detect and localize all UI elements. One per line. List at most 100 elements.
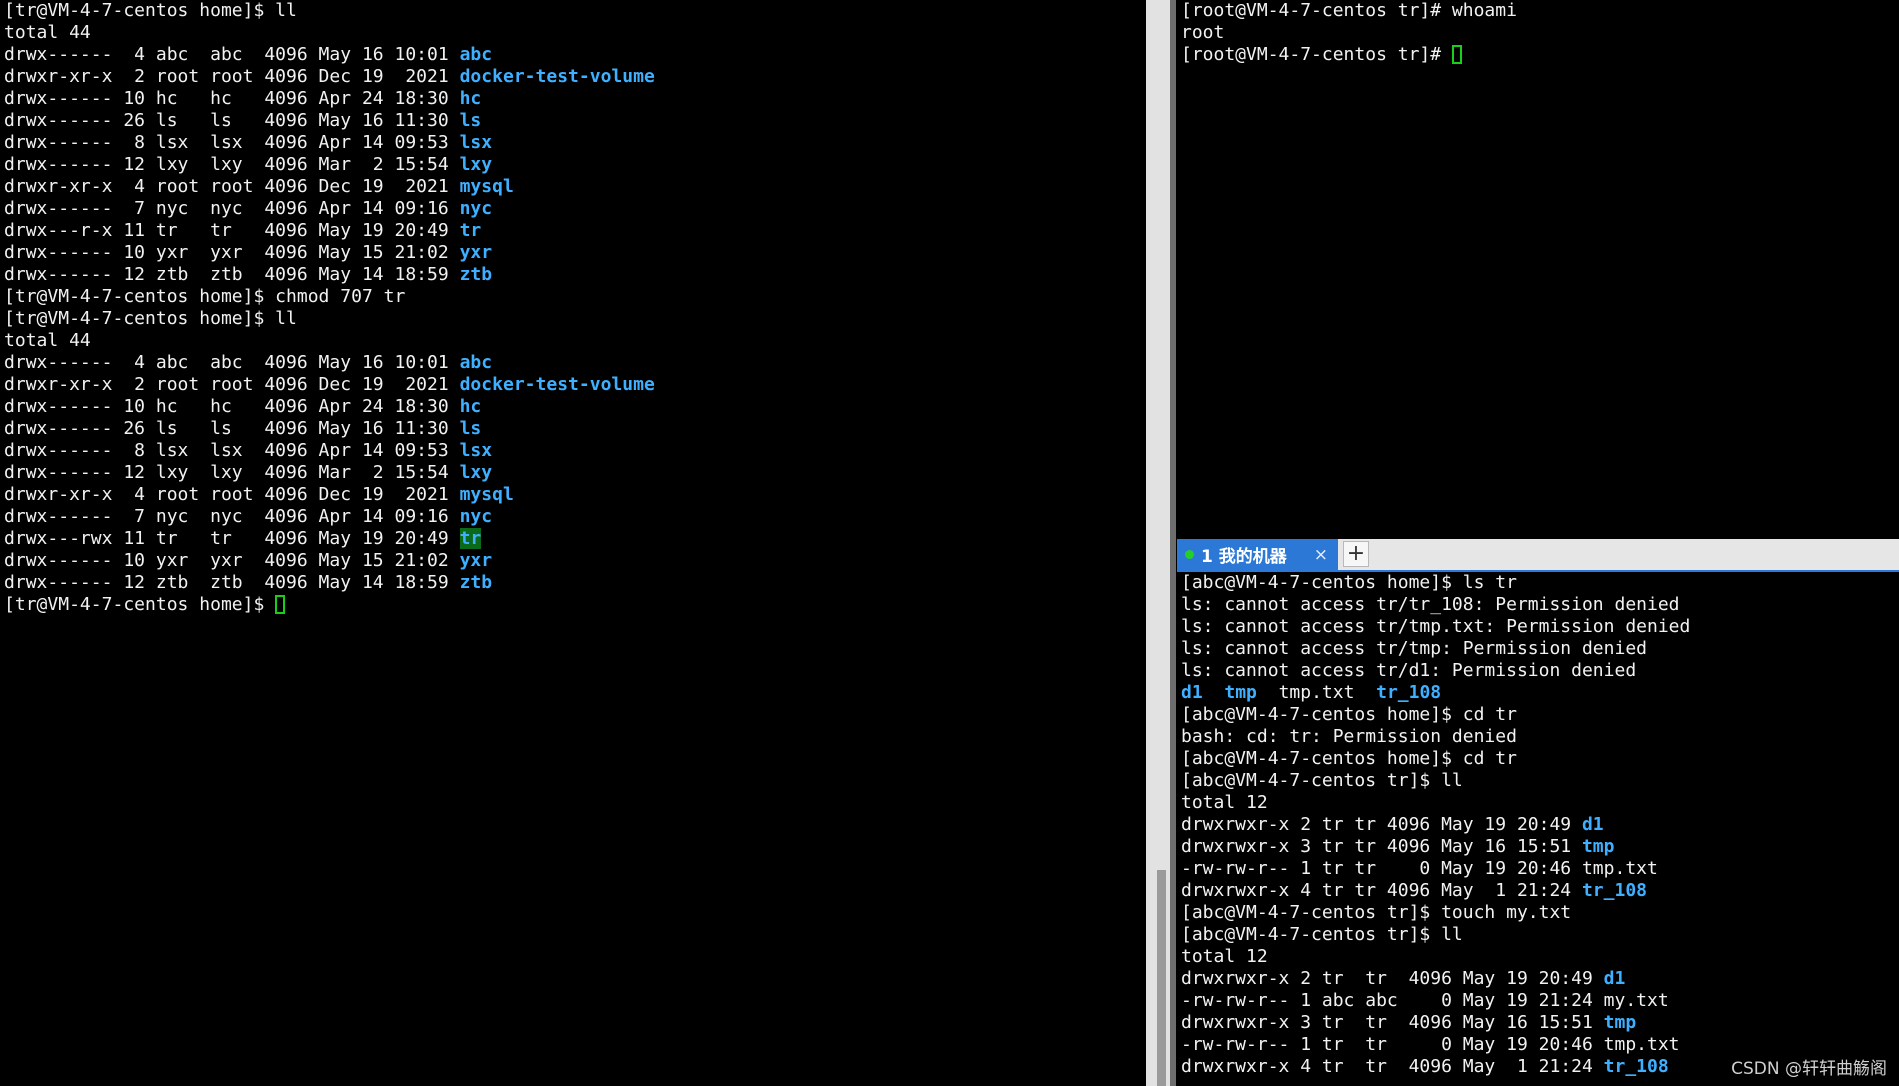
terminal-line: d1 tmp tmp.txt tr_108 bbox=[1181, 682, 1899, 704]
terminal-line: drwx------ 26 ls ls 4096 May 16 11:30 ls bbox=[4, 110, 1146, 132]
terminal-text: [abc@VM-4-7-centos tr]$ ll bbox=[1181, 770, 1463, 791]
directory-name: tr bbox=[459, 220, 482, 241]
directory-name: mysql bbox=[459, 176, 514, 197]
terminal-text: drwx------ 8 lsx lsx 4096 Apr 14 09:53 bbox=[4, 440, 460, 461]
terminal-text: drwxr-xr-x 2 root root 4096 Dec 19 2021 bbox=[4, 374, 460, 395]
terminal-line: -rw-rw-r-- 1 tr tr 0 May 19 20:46 tmp.tx… bbox=[1181, 858, 1899, 880]
directory-name: tr bbox=[459, 528, 482, 549]
terminal-line: drwxr-xr-x 2 root root 4096 Dec 19 2021 … bbox=[4, 374, 1146, 396]
terminal-line: [abc@VM-4-7-centos tr]$ ll bbox=[1181, 770, 1899, 792]
terminal-line: drwxrwxr-x 3 tr tr 4096 May 16 15:51 tmp bbox=[1181, 1012, 1899, 1034]
new-tab-button[interactable]: + bbox=[1343, 541, 1369, 567]
right-bottom-terminal-pane[interactable]: [abc@VM-4-7-centos home]$ ls tr ls: canno… bbox=[1177, 572, 1899, 1086]
terminal-line: drwxr-xr-x 4 root root 4096 Dec 19 2021 … bbox=[4, 484, 1146, 506]
terminal-line: total 44 bbox=[4, 22, 1146, 44]
terminal-line: ls: cannot access tr/tr_108: Permission … bbox=[1181, 594, 1899, 616]
right-top-terminal-output: [root@VM-4-7-centos tr]# whoami root [root… bbox=[1177, 0, 1899, 66]
terminal-text: drwxrwxr-x 2 tr tr 4096 May 19 20:49 bbox=[1181, 968, 1604, 989]
terminal-text: ls: cannot access tr/d1: Permission deni… bbox=[1181, 660, 1637, 681]
terminal-text: [tr@VM-4-7-centos home]$ ll bbox=[4, 308, 297, 329]
terminal-text: drwxrwxr-x 4 tr tr 4096 May 1 21:24 bbox=[1181, 1056, 1604, 1077]
terminal-line: -rw-rw-r-- 1 tr tr 0 May 19 20:46 tmp.tx… bbox=[1181, 1034, 1899, 1056]
terminal-line: [tr@VM-4-7-centos home]$ ll bbox=[4, 308, 1146, 330]
directory-name: mysql bbox=[459, 484, 514, 505]
terminal-text: [tr@VM-4-7-centos home]$ bbox=[4, 594, 276, 615]
directory-name: lsx bbox=[459, 132, 493, 153]
terminal-text: total 12 bbox=[1181, 946, 1268, 967]
terminal-line: root bbox=[1181, 22, 1899, 44]
terminal-line: [abc@VM-4-7-centos home]$ ls tr bbox=[1181, 572, 1899, 594]
terminal-text: drwx---r-x 11 tr tr 4096 May 19 20:49 bbox=[4, 220, 460, 241]
terminal-line: total 12 bbox=[1181, 946, 1899, 968]
terminal-text: drwx------ 10 yxr yxr 4096 May 15 21:02 bbox=[4, 550, 460, 571]
terminal-line: drwx---rwx 11 tr tr 4096 May 19 20:49 tr bbox=[4, 528, 1146, 550]
terminal-text: [abc@VM-4-7-centos tr]$ touch my.txt bbox=[1181, 902, 1572, 923]
terminal-text: [root@VM-4-7-centos tr]# whoami bbox=[1181, 0, 1517, 21]
terminal-text: -rw-rw-r-- 1 tr tr 0 May 19 20:46 tmp.tx… bbox=[1181, 858, 1658, 879]
directory-name: abc bbox=[459, 352, 493, 373]
terminal-text: [tr@VM-4-7-centos home]$ chmod 707 tr bbox=[4, 286, 406, 307]
terminal-text: drwx------ 12 lxy lxy 4096 Mar 2 15:54 bbox=[4, 462, 460, 483]
terminal-text: drwx------ 8 lsx lsx 4096 Apr 14 09:53 bbox=[4, 132, 460, 153]
terminal-line: drwxr-xr-x 4 root root 4096 Dec 19 2021 … bbox=[4, 176, 1146, 198]
terminal-line: [abc@VM-4-7-centos tr]$ touch my.txt bbox=[1181, 902, 1899, 924]
terminal-text: [abc@VM-4-7-centos home]$ cd tr bbox=[1181, 704, 1517, 725]
terminal-line: drwxrwxr-x 2 tr tr 4096 May 19 20:49 d1 bbox=[1181, 814, 1899, 836]
right-top-terminal-pane[interactable]: [root@VM-4-7-centos tr]# whoami root [root… bbox=[1177, 0, 1899, 536]
directory-name: d1 bbox=[1181, 682, 1203, 703]
terminal-line: drwx------ 8 lsx lsx 4096 Apr 14 09:53 l… bbox=[4, 132, 1146, 154]
terminal-cursor bbox=[275, 595, 286, 614]
terminal-text: drwx------ 7 nyc nyc 4096 Apr 14 09:16 bbox=[4, 198, 460, 219]
terminal-text: drwx------ 7 nyc nyc 4096 Apr 14 09:16 bbox=[4, 506, 460, 527]
terminal-line: drwxrwxr-x 3 tr tr 4096 May 16 15:51 tmp bbox=[1181, 836, 1899, 858]
pane-splitter[interactable] bbox=[1170, 0, 1176, 1086]
terminal-text: drwxrwxr-x 2 tr tr 4096 May 19 20:49 bbox=[1181, 814, 1582, 835]
terminal-line: drwx------ 4 abc abc 4096 May 16 10:01 a… bbox=[4, 44, 1146, 66]
directory-name: docker-test-volume bbox=[459, 374, 655, 395]
directory-name: yxr bbox=[459, 242, 493, 263]
session-tab-bar: 1 我的机器 × + bbox=[1177, 539, 1899, 572]
terminal-text: drwx------ 12 ztb ztb 4096 May 14 18:59 bbox=[4, 572, 460, 593]
terminal-line: [root@VM-4-7-centos tr]# bbox=[1181, 44, 1899, 66]
terminal-text: total 44 bbox=[4, 330, 91, 351]
terminal-line: ls: cannot access tr/d1: Permission deni… bbox=[1181, 660, 1899, 682]
terminal-text: [root@VM-4-7-centos tr]# bbox=[1181, 44, 1452, 65]
directory-name: nyc bbox=[459, 506, 493, 527]
terminal-text: tmp.txt bbox=[1256, 682, 1377, 703]
directory-name: abc bbox=[459, 44, 493, 65]
left-terminal-pane[interactable]: [tr@VM-4-7-centos home]$ ll total 44 drwx-… bbox=[0, 0, 1146, 1086]
terminal-text: drwx------ 4 abc abc 4096 May 16 10:01 bbox=[4, 44, 460, 65]
directory-name: lxy bbox=[459, 154, 493, 175]
terminal-text: ls: cannot access tr/tmp.txt: Permission… bbox=[1181, 616, 1691, 637]
directory-name: docker-test-volume bbox=[459, 66, 655, 87]
directory-name: d1 bbox=[1581, 814, 1604, 835]
directory-name: tr_108 bbox=[1603, 1056, 1669, 1077]
terminal-text: drwx------ 10 hc hc 4096 Apr 24 18:30 bbox=[4, 396, 460, 417]
directory-name: lxy bbox=[459, 462, 493, 483]
terminal-line: drwx------ 26 ls ls 4096 May 16 11:30 ls bbox=[4, 418, 1146, 440]
terminal-text: bash: cd: tr: Permission denied bbox=[1181, 726, 1517, 747]
terminal-text: ls: cannot access tr/tr_108: Permission … bbox=[1181, 594, 1680, 615]
terminal-text: drwx------ 4 abc abc 4096 May 16 10:01 bbox=[4, 352, 460, 373]
terminal-line: drwx------ 7 nyc nyc 4096 Apr 14 09:16 n… bbox=[4, 506, 1146, 528]
terminal-line: total 12 bbox=[1181, 792, 1899, 814]
right-bottom-terminal-output: [abc@VM-4-7-centos home]$ ls tr ls: canno… bbox=[1177, 572, 1899, 1078]
terminal-text: drwx------ 10 hc hc 4096 Apr 24 18:30 bbox=[4, 88, 460, 109]
terminal-line: [root@VM-4-7-centos tr]# whoami bbox=[1181, 0, 1899, 22]
terminal-line: drwx------ 12 lxy lxy 4096 Mar 2 15:54 l… bbox=[4, 154, 1146, 176]
terminal-line: [abc@VM-4-7-centos tr]$ ll bbox=[1181, 924, 1899, 946]
terminal-line: drwx------ 7 nyc nyc 4096 Apr 14 09:16 n… bbox=[4, 198, 1146, 220]
terminal-cursor bbox=[1451, 45, 1462, 64]
terminal-text: drwxr-xr-x 2 root root 4096 Dec 19 2021 bbox=[4, 66, 460, 87]
close-icon[interactable]: × bbox=[1314, 545, 1328, 565]
terminal-text: drwxrwxr-x 3 tr tr 4096 May 16 15:51 bbox=[1181, 1012, 1604, 1033]
left-scrollbar-thumb[interactable] bbox=[1157, 870, 1166, 1086]
terminal-text: drwxrwxr-x 4 tr tr 4096 May 1 21:24 bbox=[1181, 880, 1582, 901]
terminal-text: drwx---rwx 11 tr tr 4096 May 19 20:49 bbox=[4, 528, 460, 549]
terminal-line: drwx------ 10 hc hc 4096 Apr 24 18:30 hc bbox=[4, 88, 1146, 110]
directory-name: ztb bbox=[459, 572, 493, 593]
terminal-text: drwx------ 26 ls ls 4096 May 16 11:30 bbox=[4, 110, 460, 131]
tab-my-machine[interactable]: 1 我的机器 × bbox=[1177, 539, 1338, 570]
terminal-text: total 12 bbox=[1181, 792, 1268, 813]
